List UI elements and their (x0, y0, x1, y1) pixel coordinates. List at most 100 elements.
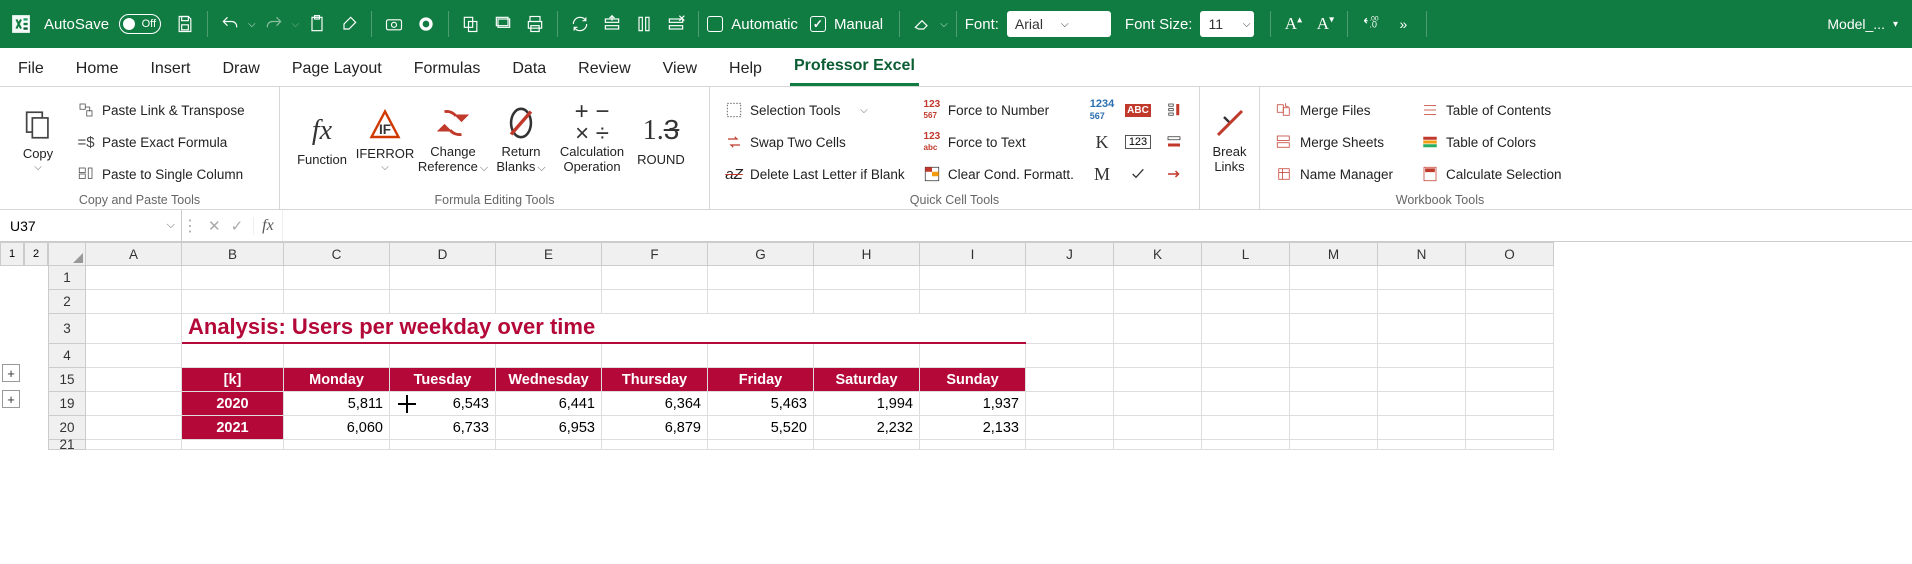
round-button[interactable]: 1.3ROUND (632, 93, 690, 185)
data-cell[interactable]: 6,879 (602, 416, 708, 440)
col-header-H[interactable]: H (814, 242, 920, 266)
cell[interactable] (1026, 290, 1114, 314)
font-combo[interactable]: Arial⌵ (1007, 11, 1111, 37)
outline-expand-2[interactable]: + (2, 390, 20, 408)
cell[interactable] (1114, 266, 1202, 290)
col-header-M[interactable]: M (1290, 242, 1378, 266)
cell[interactable] (1290, 440, 1378, 450)
force-text-button[interactable]: 123abcForce to Text (918, 128, 1081, 156)
cell[interactable] (920, 290, 1026, 314)
cell[interactable] (814, 290, 920, 314)
day-header-saturday[interactable]: Saturday (814, 368, 920, 392)
qc-icon-4[interactable]: ABC (1123, 96, 1153, 124)
data-cell[interactable]: 5,520 (708, 416, 814, 440)
menu-data[interactable]: Data (508, 54, 550, 86)
cell[interactable] (1290, 266, 1378, 290)
menu-file[interactable]: File (14, 54, 48, 86)
cell[interactable] (1378, 314, 1466, 344)
col-header-F[interactable]: F (602, 242, 708, 266)
cell[interactable] (1378, 440, 1466, 450)
camera-icon[interactable] (380, 7, 408, 41)
cell[interactable] (1026, 392, 1114, 416)
day-header-friday[interactable]: Friday (708, 368, 814, 392)
cell[interactable] (1026, 344, 1114, 368)
refresh-icon[interactable] (566, 7, 594, 41)
cell[interactable] (1378, 266, 1466, 290)
cell[interactable] (1202, 440, 1290, 450)
menu-view[interactable]: View (659, 54, 701, 86)
cell[interactable] (814, 440, 920, 450)
enter-icon[interactable]: ✓ (231, 217, 244, 235)
menu-formulas[interactable]: Formulas (410, 54, 485, 86)
cell[interactable] (1466, 416, 1554, 440)
cell[interactable] (1466, 344, 1554, 368)
col-header-B[interactable]: B (182, 242, 284, 266)
outline-level-2[interactable]: 2 (24, 242, 48, 266)
cell[interactable] (1114, 368, 1202, 392)
cell[interactable] (496, 266, 602, 290)
calc-selection-button[interactable]: Calculate Selection (1416, 160, 1576, 188)
cell[interactable] (1026, 416, 1114, 440)
menu-home[interactable]: Home (72, 54, 123, 86)
cell[interactable] (1114, 290, 1202, 314)
qc-icon-7[interactable] (1159, 96, 1189, 124)
cell[interactable] (920, 440, 1026, 450)
data-cell[interactable]: 5,811 (284, 392, 390, 416)
tocolors-button[interactable]: Table of Colors (1416, 128, 1576, 156)
data-cell[interactable]: 6,543 (390, 392, 496, 416)
cell[interactable] (1378, 344, 1466, 368)
data-cell[interactable]: 6,441 (496, 392, 602, 416)
cell[interactable] (1378, 290, 1466, 314)
swap-cells-button[interactable]: Swap Two Cells (720, 128, 912, 156)
qc-icon-9[interactable] (1159, 160, 1189, 188)
cell[interactable] (86, 290, 182, 314)
cell[interactable] (1026, 314, 1114, 344)
redo-button[interactable] (260, 7, 288, 41)
cell[interactable] (182, 344, 284, 368)
undo-button[interactable] (216, 7, 244, 41)
cell[interactable] (182, 290, 284, 314)
stack-icon[interactable] (489, 7, 517, 41)
cell[interactable] (1290, 290, 1378, 314)
cell[interactable] (1202, 368, 1290, 392)
cell[interactable] (86, 416, 182, 440)
function-button[interactable]: fxFunction (290, 93, 354, 185)
cell[interactable] (814, 344, 920, 368)
data-cell[interactable]: 6,733 (390, 416, 496, 440)
day-header-tuesday[interactable]: Tuesday (390, 368, 496, 392)
merge-files-button[interactable]: Merge Files (1270, 96, 1410, 124)
data-cell[interactable]: 2,133 (920, 416, 1026, 440)
row-header-1[interactable]: 1 (48, 266, 86, 290)
data-cell[interactable]: 2,232 (814, 416, 920, 440)
cell[interactable] (1114, 440, 1202, 450)
formula-input[interactable] (282, 210, 1912, 241)
name-box[interactable]: U37⌵ (0, 210, 182, 241)
cell[interactable] (602, 266, 708, 290)
selection-tools-button[interactable]: Selection Tools ⌵ (720, 96, 912, 124)
cell[interactable] (390, 344, 496, 368)
year-header-2020[interactable]: 2020 (182, 392, 284, 416)
cell[interactable] (1026, 440, 1114, 450)
year-header-2021[interactable]: 2021 (182, 416, 284, 440)
cell[interactable] (708, 344, 814, 368)
col-header-E[interactable]: E (496, 242, 602, 266)
cell[interactable] (284, 266, 390, 290)
decimal-icon[interactable]: .0.00 (1356, 7, 1386, 41)
col-header-C[interactable]: C (284, 242, 390, 266)
increase-font-icon[interactable]: A▴ (1279, 7, 1307, 41)
cell[interactable] (86, 368, 182, 392)
table-corner[interactable]: [k] (182, 368, 284, 392)
eraser-icon[interactable] (908, 7, 936, 41)
day-header-monday[interactable]: Monday (284, 368, 390, 392)
col-header-J[interactable]: J (1026, 242, 1114, 266)
menu-professor-excel[interactable]: Professor Excel (790, 51, 919, 86)
menu-page-layout[interactable]: Page Layout (288, 54, 386, 86)
fx-icon[interactable]: fx (254, 217, 282, 235)
cell[interactable] (1466, 368, 1554, 392)
qc-icon-3[interactable]: M (1087, 160, 1117, 188)
qc-icon-8[interactable] (1159, 128, 1189, 156)
row-header-2[interactable]: 2 (48, 290, 86, 314)
analysis-title[interactable]: Analysis: Users per weekday over time (182, 314, 1026, 344)
cell[interactable] (390, 266, 496, 290)
cell[interactable] (1114, 392, 1202, 416)
